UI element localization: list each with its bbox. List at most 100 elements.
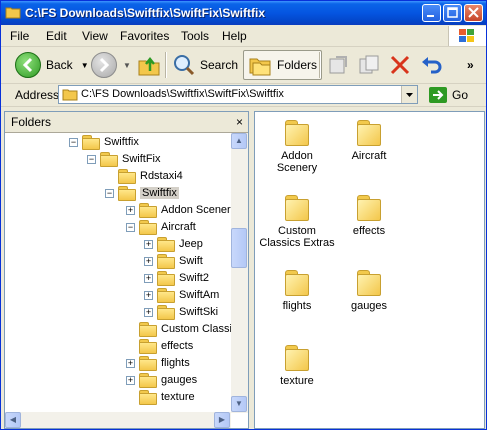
tree-node[interactable]: Custom Classi xyxy=(139,321,231,337)
tree-vertical-scrollbar[interactable]: ▲ ▼ xyxy=(231,133,248,413)
tree-node[interactable]: − Swiftfix xyxy=(105,185,179,201)
tree-node[interactable]: texture xyxy=(139,389,195,405)
maximize-button[interactable] xyxy=(443,4,462,22)
toolbar-separator xyxy=(319,52,321,78)
undo-button[interactable] xyxy=(419,50,443,80)
collapse-icon[interactable]: − xyxy=(105,188,114,198)
tree-node[interactable]: + Swift2 xyxy=(144,270,209,286)
address-label: Address xyxy=(15,88,60,102)
folder-icon xyxy=(283,270,311,296)
expand-icon[interactable]: + xyxy=(126,358,135,368)
folder-item-label: Classics Extras xyxy=(259,237,335,249)
folder-icon xyxy=(139,390,157,405)
collapse-icon[interactable]: − xyxy=(126,222,135,232)
expand-icon[interactable]: + xyxy=(144,239,153,249)
tree-node[interactable]: − Aircraft xyxy=(126,219,196,235)
folder-item[interactable]: effects xyxy=(329,195,409,237)
folder-icon xyxy=(139,356,157,371)
tree-node-label: SwiftFix xyxy=(122,153,161,165)
folder-item[interactable]: Custom Classics Extras xyxy=(257,195,337,249)
menu-tools[interactable]: Tools xyxy=(181,29,209,43)
folder-icon xyxy=(139,203,157,218)
minimize-button[interactable] xyxy=(422,4,441,22)
title-bar[interactable]: C:\FS Downloads\Swiftfix\SwiftFix\Swiftf… xyxy=(1,1,486,25)
menu-file[interactable]: File xyxy=(10,29,29,43)
folders-pane-title: Folders xyxy=(11,115,52,129)
tree-node[interactable]: + Swift xyxy=(144,253,203,269)
collapse-icon[interactable]: − xyxy=(87,154,96,164)
address-input[interactable]: C:\FS Downloads\Swiftfix\SwiftFix\Swiftf… xyxy=(58,85,418,104)
folder-item[interactable]: texture xyxy=(257,345,337,387)
menu-edit[interactable]: Edit xyxy=(46,29,67,43)
up-folder-button[interactable] xyxy=(137,50,161,80)
folder-item-label: effects xyxy=(352,225,386,237)
scroll-thumb[interactable] xyxy=(231,228,247,268)
folder-icon xyxy=(283,195,311,221)
folder-item[interactable]: flights xyxy=(257,270,337,312)
expand-icon[interactable]: + xyxy=(144,273,153,283)
collapse-icon[interactable]: − xyxy=(69,137,78,147)
close-pane-icon[interactable]: × xyxy=(236,115,243,129)
scroll-right-icon[interactable]: ▶ xyxy=(214,412,230,428)
folders-button[interactable]: Folders xyxy=(243,50,323,80)
menu-help[interactable]: Help xyxy=(222,29,247,43)
folder-icon xyxy=(157,237,175,252)
tree-node[interactable]: + Jeep xyxy=(144,236,203,252)
delete-icon xyxy=(390,55,410,75)
expand-icon[interactable]: + xyxy=(126,375,135,385)
copy-to-icon xyxy=(359,55,379,74)
tree-node-label: SwiftAm xyxy=(179,289,220,301)
expand-icon[interactable]: + xyxy=(144,256,153,266)
tree-node[interactable]: − Swiftfix xyxy=(69,134,139,150)
tree-node-label: Jeep xyxy=(179,238,203,250)
back-arrow-icon xyxy=(15,52,41,78)
folder-item-label: gauges xyxy=(350,300,388,312)
folder-item[interactable]: Addon Scenery xyxy=(257,120,337,174)
tree-node-label-selected: Swiftfix xyxy=(140,187,179,199)
scroll-down-icon[interactable]: ▼ xyxy=(231,396,247,412)
menu-favorites[interactable]: Favorites xyxy=(120,29,169,43)
forward-button[interactable]: ▼ xyxy=(91,50,131,80)
folder-contents-pane: Addon Scenery Aircraft Custom Classics E… xyxy=(254,111,485,429)
tree-node[interactable]: + SwiftAm xyxy=(144,287,219,303)
search-icon xyxy=(174,55,195,76)
delete-button[interactable] xyxy=(388,50,412,80)
tree-node-label: flights xyxy=(161,357,190,369)
tree-node[interactable]: − SwiftFix xyxy=(87,151,161,167)
expand-icon[interactable]: + xyxy=(144,307,153,317)
tree-node-label: Swift2 xyxy=(179,272,209,284)
move-to-button[interactable] xyxy=(326,50,350,80)
tree-node[interactable]: + Addon Scener xyxy=(126,202,231,218)
forward-dropdown-icon[interactable]: ▼ xyxy=(123,61,131,70)
tree-node[interactable]: effects xyxy=(139,338,193,354)
folder-item[interactable]: gauges xyxy=(329,270,409,312)
tree-node-label: effects xyxy=(161,340,194,352)
folder-icon xyxy=(118,169,136,184)
close-button[interactable] xyxy=(464,4,483,22)
tree-node[interactable]: + flights xyxy=(126,355,190,371)
folder-item[interactable]: Aircraft xyxy=(329,120,409,162)
back-dropdown-icon[interactable]: ▼ xyxy=(81,61,89,70)
scroll-up-icon[interactable]: ▲ xyxy=(231,133,247,149)
up-folder-icon xyxy=(138,56,160,76)
go-arrow-icon xyxy=(429,87,447,103)
folders-label: Folders xyxy=(277,58,318,72)
address-dropdown-button[interactable] xyxy=(401,86,417,103)
go-button[interactable]: Go xyxy=(429,86,468,104)
back-button[interactable]: Back ▼ xyxy=(15,50,89,80)
toolbar-overflow-chevron-icon[interactable]: » xyxy=(467,50,474,80)
tree-node[interactable]: Rdstaxi4 xyxy=(118,168,183,184)
copy-to-button[interactable] xyxy=(357,50,381,80)
tree-node[interactable]: + gauges xyxy=(126,372,197,388)
expand-icon[interactable]: + xyxy=(126,205,135,215)
window-title: C:\FS Downloads\Swiftfix\SwiftFix\Swiftf… xyxy=(25,6,266,20)
folder-icon xyxy=(157,305,175,320)
folder-icon xyxy=(5,5,21,19)
menu-view[interactable]: View xyxy=(82,29,108,43)
tree-node[interactable]: + SwiftSki xyxy=(144,304,218,320)
tree-horizontal-scrollbar[interactable]: ◀ ▶ xyxy=(5,412,231,428)
scroll-left-icon[interactable]: ◀ xyxy=(5,412,21,428)
search-button[interactable]: Search xyxy=(172,50,238,80)
expand-icon[interactable]: + xyxy=(144,290,153,300)
move-to-icon xyxy=(329,56,347,74)
